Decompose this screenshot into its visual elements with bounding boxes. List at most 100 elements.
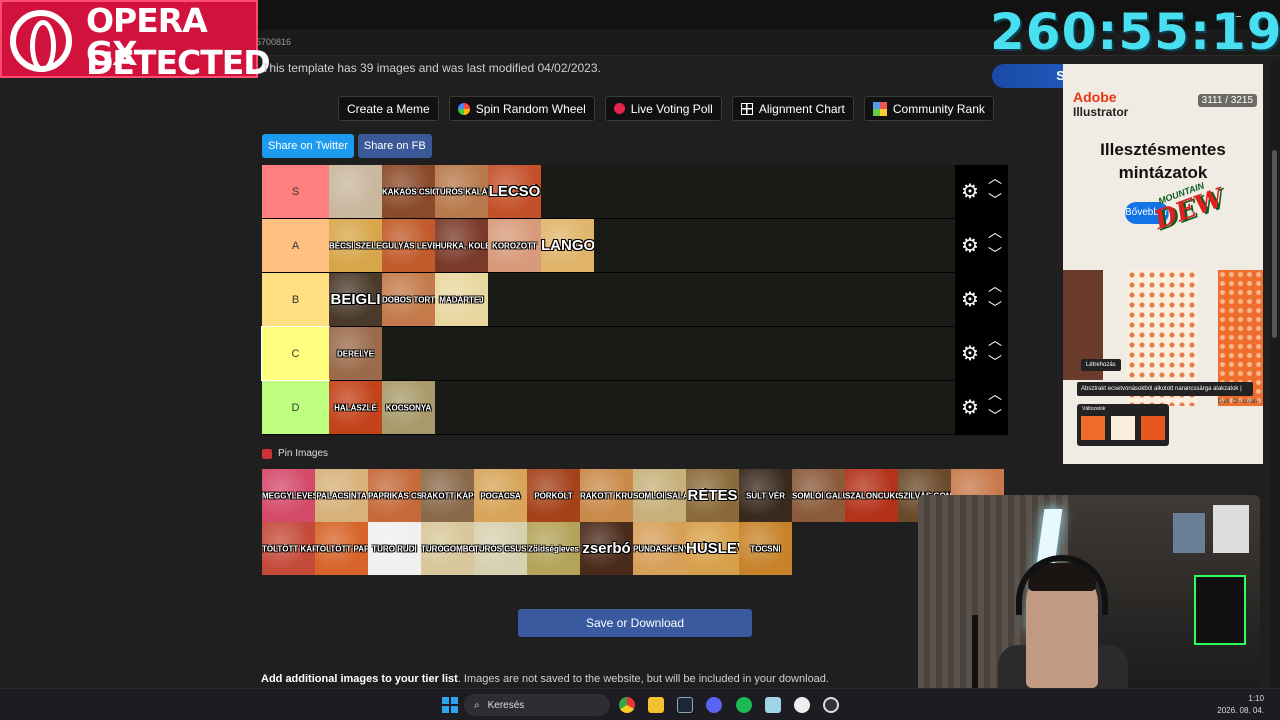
- chevron-up-icon[interactable]: ︿: [988, 225, 1002, 239]
- obs-icon[interactable]: [794, 697, 810, 713]
- live-poll-button[interactable]: Live Voting Poll: [604, 96, 722, 121]
- tier-label[interactable]: B: [262, 273, 329, 326]
- pin-images-toggle[interactable]: Pin Images: [262, 448, 328, 459]
- pool-image[interactable]: SOMLÓI GALUSKA: [792, 469, 845, 522]
- share-facebook-button[interactable]: Share on FB: [357, 134, 432, 158]
- pool-image[interactable]: TÖCSNI: [739, 522, 792, 575]
- tier-image[interactable]: MADÁRTEJ: [435, 273, 488, 326]
- pool-image[interactable]: RAKOTT KÁPOSZTA: [421, 469, 474, 522]
- pool-image[interactable]: TÚRÓGOMBÓC: [421, 522, 474, 575]
- pin-images-label: Pin Images: [278, 448, 329, 459]
- chevron-down-icon[interactable]: ﹀: [988, 247, 1002, 261]
- food-label: BÉCSI SZELET: [329, 241, 382, 250]
- pool-image[interactable]: Zöldségleves: [527, 522, 580, 575]
- food-label: PALACSINTA: [316, 491, 367, 500]
- save-download-button[interactable]: Save or Download: [518, 609, 752, 637]
- tier-image[interactable]: DERELYE: [329, 327, 382, 380]
- food-label: KAKAÓS CSIGA: [382, 187, 435, 196]
- taskbar-search[interactable]: ⌕ Keresés: [464, 694, 610, 716]
- tier-label[interactable]: D: [262, 381, 329, 434]
- chevron-up-icon[interactable]: ︿: [988, 333, 1002, 347]
- gear-icon[interactable]: ⚙: [961, 236, 979, 256]
- tier-row: S KAKAÓS CSIGATÚRÓS KALÁCSLECSÓ ⚙ ︿ ﹀: [262, 165, 1008, 219]
- tier-image[interactable]: LECSÓ: [488, 165, 541, 218]
- chevron-down-icon[interactable]: ﹀: [988, 355, 1002, 369]
- pool-image[interactable]: PALACSINTA: [315, 469, 368, 522]
- food-label: LECSÓ: [488, 183, 541, 200]
- pool-image[interactable]: SZALONCUKOR: [845, 469, 898, 522]
- tier-image[interactable]: HALÁSZLÉ: [329, 381, 382, 434]
- tier-image[interactable]: GULYÁS LEVES: [382, 219, 435, 272]
- pool-image[interactable]: zserbó: [580, 522, 633, 575]
- gear-icon[interactable]: ⚙: [961, 182, 979, 202]
- pool-image[interactable]: RÉTES: [686, 469, 739, 522]
- food-label: TÖLTÖTT PAPRIKA: [315, 544, 368, 553]
- steam-icon[interactable]: [677, 697, 693, 713]
- discord-icon[interactable]: [706, 697, 722, 713]
- spin-wheel-button[interactable]: Spin Random Wheel: [448, 96, 595, 121]
- tier-items: DERELYE: [329, 327, 1008, 380]
- tier-image[interactable]: BEIGLI: [329, 273, 382, 326]
- tier-items: BEIGLI DOBOS TORTA MADÁRTEJ: [329, 273, 1008, 326]
- app-icon[interactable]: [823, 697, 839, 713]
- pool-image[interactable]: PUNDASKENYÉR: [633, 522, 686, 575]
- pool-image[interactable]: SÜLT VÉR: [739, 469, 792, 522]
- tier-image[interactable]: KOROZOTT: [488, 219, 541, 272]
- chevron-up-icon[interactable]: ︿: [988, 387, 1002, 401]
- chevron-up-icon[interactable]: ︿: [988, 279, 1002, 293]
- food-label: BEIGLI: [330, 291, 381, 308]
- food-label: TÚRÓGOMBÓC: [421, 544, 474, 553]
- windows-start-icon[interactable]: [442, 697, 458, 713]
- ad-caption: Dark Chocolate: [1217, 399, 1259, 405]
- scrollbar-thumb[interactable]: [1272, 150, 1277, 338]
- tier-label[interactable]: C: [261, 326, 330, 381]
- chevron-down-icon[interactable]: ﹀: [988, 301, 1002, 315]
- pool-image[interactable]: PÖRKÖLT: [527, 469, 580, 522]
- ad-product: Illustrator: [1073, 105, 1129, 119]
- folder-icon[interactable]: [648, 697, 664, 713]
- pool-image[interactable]: TÖLTÖTT PAPRIKA: [315, 522, 368, 575]
- search-icon: ⌕: [474, 699, 480, 711]
- chevron-down-icon[interactable]: ﹀: [988, 409, 1002, 423]
- tier-image[interactable]: LANGOS: [541, 219, 594, 272]
- pool-image[interactable]: TÚRÓS CSUSZA: [474, 522, 527, 575]
- tier-image[interactable]: DOBOS TORTA: [382, 273, 435, 326]
- pool-image[interactable]: SOMLÓI SALÁTA: [633, 469, 686, 522]
- tier-image[interactable]: KAKAÓS CSIGA: [382, 165, 435, 218]
- community-rank-button[interactable]: Community Rank: [863, 96, 994, 121]
- pool-image[interactable]: POGÁCSA: [474, 469, 527, 522]
- tier-image[interactable]: BÉCSI SZELET: [329, 219, 382, 272]
- advertisement[interactable]: Adobe Illustrator 3111 / 3215 Illesztésm…: [1063, 64, 1263, 464]
- chevron-up-icon[interactable]: ︿: [988, 171, 1002, 185]
- gear-icon[interactable]: ⚙: [961, 344, 979, 364]
- pool-image[interactable]: PAPRIKÁS CSIRKE: [368, 469, 421, 522]
- pool-image[interactable]: MEGGYLEVES: [262, 469, 315, 522]
- tier-image[interactable]: KOCSONYA: [382, 381, 435, 434]
- spotify-icon[interactable]: [736, 697, 752, 713]
- chevron-down-icon[interactable]: ﹀: [988, 193, 1002, 207]
- pool-image[interactable]: TÖLTÖTT KÁPOSZTA: [262, 522, 315, 575]
- pin-icon: [262, 448, 272, 459]
- tier-image[interactable]: HURKA, KOLBÁSZ: [435, 219, 488, 272]
- variant-swatch: [1111, 416, 1135, 440]
- share-twitter-button[interactable]: Share on Twitter: [262, 134, 354, 158]
- wall-poster: [1173, 513, 1205, 553]
- pool-image[interactable]: RAKOTT KRUMPLI: [580, 469, 633, 522]
- tier-image[interactable]: TÚRÓS KALÁCS: [435, 165, 488, 218]
- alignment-chart-button[interactable]: Alignment Chart: [731, 96, 854, 121]
- gear-icon[interactable]: ⚙: [961, 398, 979, 418]
- notepad-icon[interactable]: [765, 697, 781, 713]
- gear-icon[interactable]: ⚙: [961, 290, 979, 310]
- ad-variants: Változatok: [1077, 404, 1169, 446]
- food-label: HALÁSZLÉ: [334, 403, 377, 412]
- tier-label[interactable]: A: [262, 219, 329, 272]
- chrome-icon[interactable]: [619, 697, 635, 713]
- pool-image[interactable]: TÚRÓ RUDI: [368, 522, 421, 575]
- tier-label[interactable]: S: [262, 165, 329, 218]
- live-poll-label: Live Voting Poll: [630, 101, 713, 116]
- pool-image[interactable]: HÚSLEVES: [686, 522, 739, 575]
- community-rank-label: Community Rank: [892, 101, 985, 116]
- alignment-chart-label: Alignment Chart: [758, 101, 845, 116]
- create-meme-button[interactable]: Create a Meme: [338, 96, 439, 121]
- tier-image[interactable]: [329, 165, 382, 218]
